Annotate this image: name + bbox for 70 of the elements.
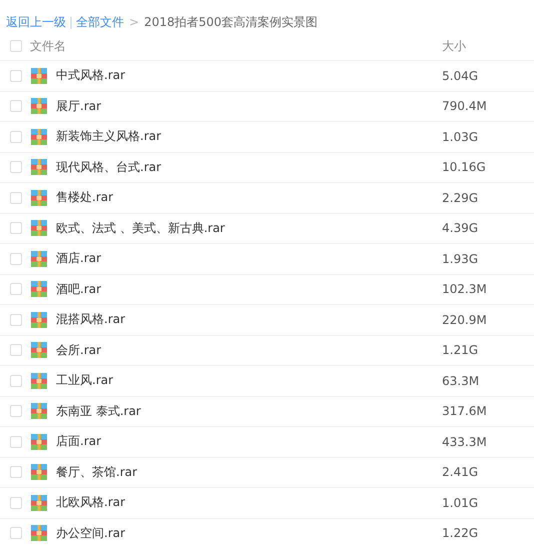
- archive-icon: [31, 434, 47, 450]
- file-size: 220.9M: [442, 312, 488, 327]
- row-checkbox[interactable]: [10, 100, 22, 112]
- file-name[interactable]: 办公空间.rar: [56, 524, 442, 542]
- row-checkbox[interactable]: [10, 374, 22, 387]
- row-checkbox[interactable]: [10, 496, 22, 509]
- row-checkbox[interactable]: [10, 192, 22, 204]
- row-checkbox[interactable]: [10, 161, 22, 174]
- file-size: 433.3M: [442, 434, 488, 449]
- file-name[interactable]: 餐厅、茶馆.rar: [56, 464, 442, 481]
- file-size: 790.4M: [442, 99, 488, 114]
- row-checkbox[interactable]: [10, 466, 22, 478]
- archive-icon: [31, 128, 47, 145]
- file-size: 5.04G: [442, 68, 480, 83]
- breadcrumb-arrow: >: [129, 15, 140, 29]
- file-name[interactable]: 欧式、法式 、美式、新古典.rar: [56, 220, 442, 237]
- archive-icon: [31, 464, 47, 480]
- archive-icon: [31, 250, 47, 267]
- archive-icon: [31, 372, 47, 389]
- file-name[interactable]: 混搭风格.rar: [56, 311, 442, 328]
- row-checkbox[interactable]: [10, 283, 22, 296]
- archive-icon: [31, 159, 47, 176]
- file-name[interactable]: 酒吧.rar: [56, 280, 442, 298]
- file-name[interactable]: 北欧风格.rar: [56, 494, 442, 512]
- file-name[interactable]: 会所.rar: [56, 342, 442, 359]
- archive-icon: [31, 68, 47, 84]
- file-size: 317.6M: [442, 404, 488, 418]
- archive-icon: [31, 403, 47, 420]
- archive-icon: [31, 312, 47, 328]
- archive-icon: [31, 525, 47, 542]
- file-size: 2.29G: [442, 190, 480, 205]
- archive-icon: [31, 220, 47, 236]
- archive-icon: [31, 281, 47, 298]
- row-checkbox[interactable]: [10, 344, 22, 356]
- current-folder: 2018拍者500套高清案例实景图: [144, 14, 318, 30]
- select-all-checkbox[interactable]: [10, 40, 22, 52]
- file-size: 4.39G: [442, 221, 480, 236]
- row-checkbox[interactable]: [10, 222, 22, 234]
- file-name[interactable]: 酒店.rar: [56, 250, 442, 268]
- archive-icon: [31, 98, 47, 114]
- file-size: 1.01G: [442, 496, 480, 510]
- row-checkbox[interactable]: [10, 70, 22, 82]
- file-name[interactable]: 东南亚 泰式.rar: [56, 402, 442, 420]
- row-checkbox[interactable]: [10, 527, 22, 540]
- file-name[interactable]: 现代风格、台式.rar: [56, 158, 442, 176]
- row-checkbox[interactable]: [10, 405, 22, 418]
- file-name[interactable]: 展厅.rar: [56, 98, 442, 115]
- file-size: 1.21G: [442, 343, 480, 358]
- column-header[interactable]: 大小: [442, 38, 534, 54]
- row-checkbox[interactable]: [10, 252, 22, 265]
- file-size: 1.22G: [442, 526, 480, 540]
- column-header[interactable]: 文件名: [30, 38, 442, 54]
- archive-icon: [31, 494, 47, 511]
- file-size: 63.3M: [442, 374, 480, 388]
- file-name[interactable]: 工业风.rar: [56, 372, 442, 390]
- file-name[interactable]: 售楼处.rar: [56, 189, 442, 206]
- archive-icon: [31, 342, 47, 358]
- file-name[interactable]: 中式风格.rar: [56, 67, 442, 84]
- file-name[interactable]: 新装饰主义风格.rar: [56, 128, 442, 146]
- file-size: 102.3M: [442, 282, 488, 296]
- separator: |: [69, 15, 74, 29]
- row-checkbox[interactable]: [10, 436, 22, 448]
- file-size: 2.41G: [442, 465, 480, 480]
- file-name[interactable]: 店面.rar: [56, 433, 442, 450]
- row-checkbox[interactable]: [10, 130, 22, 143]
- file-size: 10.16G: [442, 160, 487, 174]
- file-size: 1.93G: [442, 252, 480, 266]
- file-size: 1.03G: [442, 130, 480, 144]
- row-checkbox[interactable]: [10, 314, 22, 326]
- archive-icon: [31, 190, 47, 206]
